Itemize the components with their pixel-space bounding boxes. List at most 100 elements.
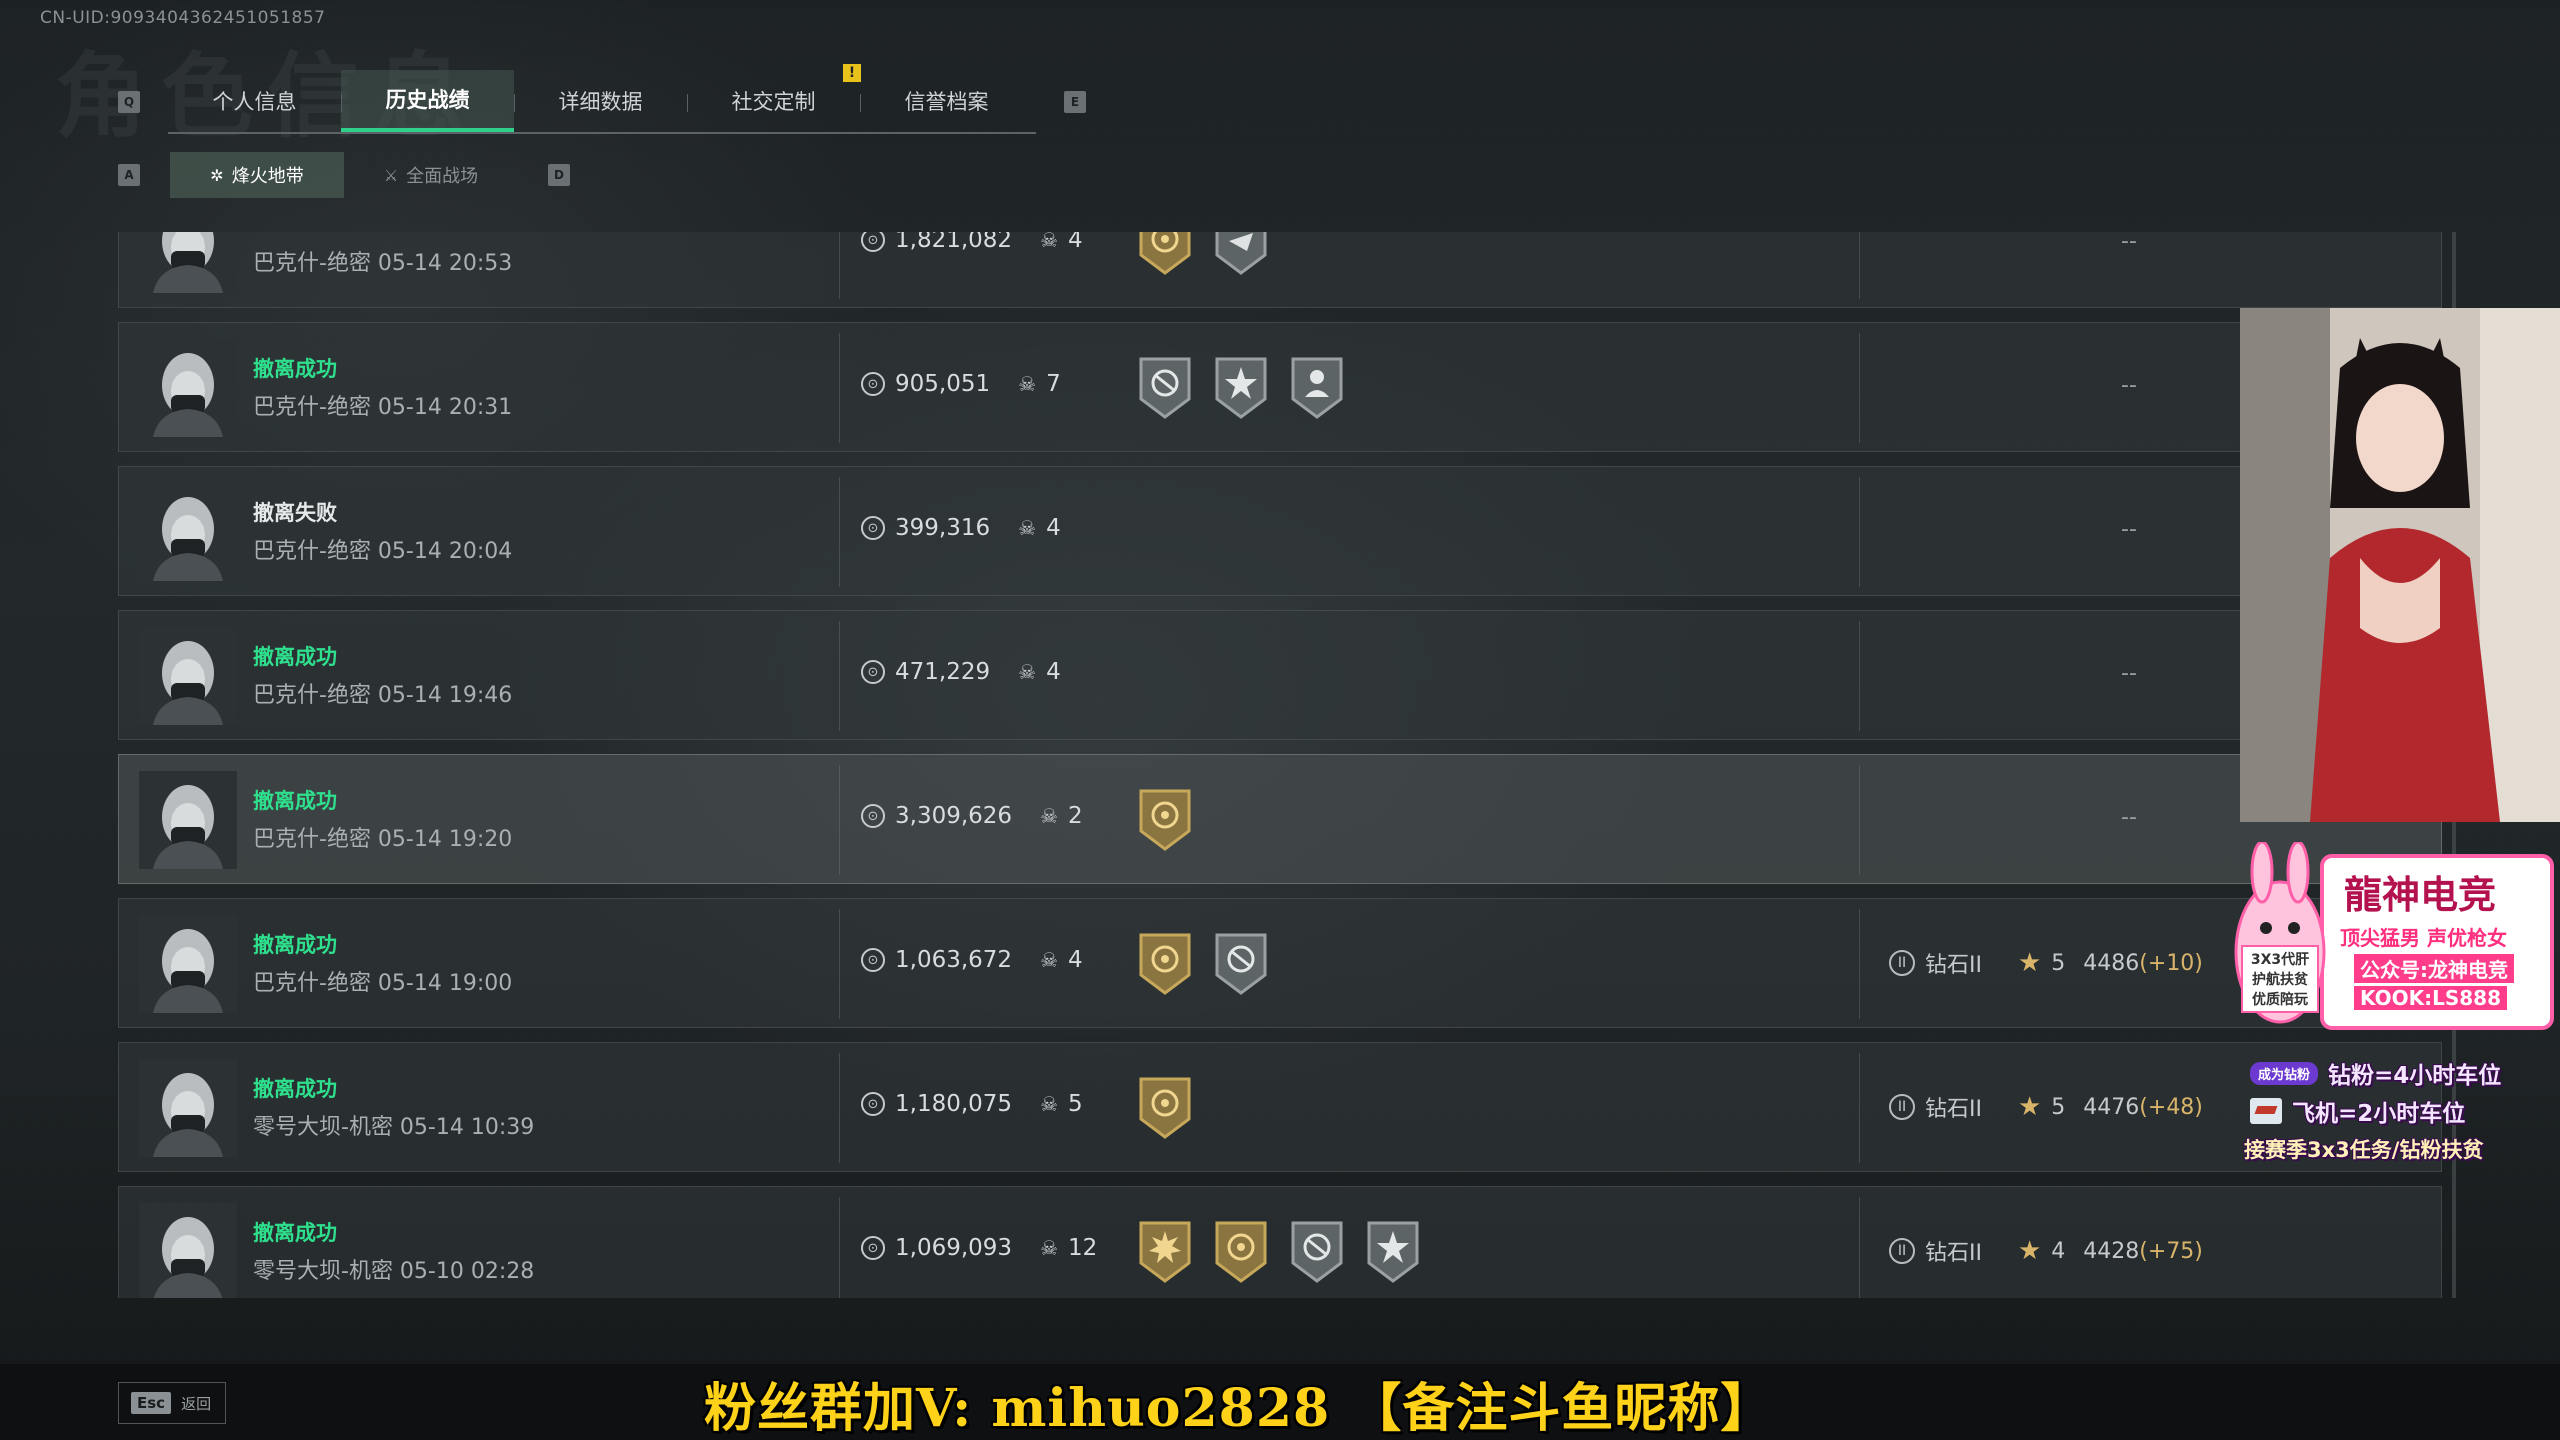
star-icon: ★ [2017,948,2042,978]
rank-change: II 钻石II ★ 4 4428(+75) [1889,1235,2203,1267]
rank-score: 4428 [2083,1238,2140,1264]
tab-personal-info[interactable]: 个人信息 [168,70,341,132]
loot-value-text: 1,180,075 [895,1091,1013,1117]
beacon-icon: ✲ [210,165,224,185]
coin-icon: ⊙ [861,660,885,684]
battle-record-list[interactable]: 巴克什-绝密 05-14 20:53 ⊙ 1,821,082 ☠ 4 -- 撤离… [118,232,2442,1298]
result-placeholder: -- [2121,661,2137,686]
star-icon: ★ [2017,1092,2042,1122]
kill-count: 4 [1068,947,1083,973]
key-hint-q: Q [118,91,140,113]
extract-status: 撤离成功 [253,1221,337,1245]
silver-emblem-badge-icon [1215,232,1267,275]
rank-delta: (+75) [2139,1238,2203,1264]
record-row[interactable]: 撤离成功 巴克什-绝密 05-14 19:00 ⊙ 1,063,672 ☠ 4 … [118,898,2442,1028]
operator-avatar [139,627,237,725]
diamond-rank-icon: II [1889,1094,1915,1120]
kill-count: 2 [1068,803,1083,829]
skull-icon: ☠ [1040,1092,1058,1116]
record-row[interactable]: 撤离失败 巴克什-绝密 05-14 20:04 ⊙ 399,316 ☠ 4 -- [118,466,2442,596]
result-placeholder: -- [2121,373,2137,398]
operator-avatar [139,483,237,581]
gold-shield-badge-icon [1139,933,1191,995]
subtab-beacon-zone[interactable]: ✲ 烽火地带 [170,152,344,198]
brand-side-text: 3X3代肝 护航扶贫 优质陪玩 [2250,952,2310,1008]
badge-list [1135,355,1347,421]
map-and-time: 巴克什-绝密 05-14 19:46 [253,683,513,708]
brand-account: 公众号:龙神电竞 [2354,954,2514,983]
extract-status: 撤离成功 [253,1077,337,1101]
extract-status: 撤离成功 [253,645,337,669]
record-row[interactable]: 撤离成功 零号大坝-机密 05-14 10:39 ⊙ 1,180,075 ☠ 5… [118,1042,2442,1172]
rank-score: 4486 [2083,950,2140,976]
record-row[interactable]: 巴克什-绝密 05-14 20:53 ⊙ 1,821,082 ☠ 4 -- [118,232,2442,308]
map-and-time: 零号大坝-机密 05-14 10:39 [253,1115,535,1140]
silver-soldier-badge-icon [1291,357,1343,419]
map-and-time: 巴克什-绝密 05-14 19:00 [253,971,513,996]
coin-icon: ⊙ [861,372,885,396]
result-placeholder: -- [2121,805,2137,830]
loot-value: ⊙ 1,821,082 ☠ 4 [861,232,1083,253]
record-row[interactable]: 撤离成功 巴克什-绝密 05-14 20:31 ⊙ 905,051 ☠ 7 -- [118,322,2442,452]
extract-status: 撤离成功 [253,357,337,381]
stream-line-text: 接赛季3x3任务/钻粉扶贫 [2244,1138,2484,1162]
kill-count: 5 [1068,1091,1083,1117]
rank-stars: 4 [2051,1238,2066,1264]
tab-social-custom[interactable]: 社交定制 [687,70,860,132]
key-hint-d: D [548,164,570,186]
operator-avatar [139,1059,237,1157]
kill-count: 12 [1068,1235,1098,1261]
battlefield-icon: ⚔ [383,165,399,185]
stream-line-text: 飞机=2小时车位 [2292,1101,2466,1127]
record-row[interactable]: 撤离成功 巴克什-绝密 05-14 19:20 ⊙ 3,309,626 ☠ 2 … [118,754,2442,884]
skull-icon: ☠ [1040,1236,1058,1260]
fan-tag: 成为钻粉 [2250,1061,2319,1085]
operator-avatar [139,339,237,437]
stream-promo-banner: 粉丝群加V: mihuo2828 【备注斗鱼昵称】 [704,1378,1774,1439]
mode-subtabs: ✲ 烽火地带 ⚔ 全面战场 [170,152,518,198]
skull-icon: ☠ [1018,660,1037,684]
back-button[interactable]: Esc 返回 [118,1382,226,1424]
rank-tier: 钻石II [1925,953,1982,978]
record-row[interactable]: 撤离成功 巴克什-绝密 05-14 19:46 ⊙ 471,229 ☠ 4 -- [118,610,2442,740]
rank-stars: 5 [2051,1094,2066,1120]
skull-icon: ☠ [1018,516,1037,540]
stream-line: 成为钻粉 钻粉=4小时车位 [2250,1054,2560,1092]
coin-icon: ⊙ [861,516,885,540]
silver-rotation-badge-icon [1291,1221,1343,1283]
gold-sun-badge-icon [1139,1221,1191,1283]
rank-change: II 钻石II ★ 5 4476(+48) [1889,1091,2203,1123]
map-and-time: 巴克什-绝密 05-14 19:20 [253,827,513,852]
subtab-full-battlefield[interactable]: ⚔ 全面战场 [344,152,518,198]
stream-line: 接赛季3x3任务/钻粉扶贫 [2244,1130,2560,1168]
loot-value: ⊙ 399,316 ☠ 4 [861,515,1061,541]
stream-line-text: 钻粉=4小时车位 [2328,1063,2502,1089]
diamond-rank-icon: II [1889,1238,1915,1264]
stream-info-lines: 成为钻粉 钻粉=4小时车位 飞机=2小时车位 接赛季3x3任务/钻粉扶贫 [2244,1054,2560,1168]
tab-detailed-data[interactable]: 详细数据 [514,70,687,132]
tab-battle-history[interactable]: 历史战绩 [341,70,514,132]
brand-kook: KOOK:LS888 [2354,986,2507,1010]
loot-value: ⊙ 1,069,093 ☠ 12 [861,1235,1097,1261]
loot-value-text: 471,229 [895,659,991,685]
silver-star-badge-icon [1215,357,1267,419]
subtab-label: 全面战场 [406,166,479,187]
loot-value-text: 1,069,093 [895,1235,1013,1261]
loot-value: ⊙ 471,229 ☠ 4 [861,659,1061,685]
plane-icon [2250,1098,2282,1124]
tab-credit-profile[interactable]: 信誉档案 [860,70,1033,132]
extract-status: 撤离成功 [253,789,337,813]
gold-shield-badge-icon [1215,1221,1267,1283]
result-placeholder: -- [2121,232,2137,254]
rank-stars: 5 [2051,950,2066,976]
kill-count: 4 [1068,232,1083,253]
map-and-time: 巴克什-绝密 05-14 20:53 [253,251,513,276]
brand-name: 龍神电竞 [2344,872,2497,917]
badge-list [1135,1075,1195,1141]
record-row[interactable]: 撤离成功 零号大坝-机密 05-10 02:28 ⊙ 1,069,093 ☠ 1… [118,1186,2442,1298]
coin-icon: ⊙ [861,232,885,252]
key-hint-a: A [118,164,140,186]
back-label: 返回 [181,1394,212,1413]
coin-icon: ⊙ [861,1092,885,1116]
silver-rotation-badge-icon [1139,357,1191,419]
